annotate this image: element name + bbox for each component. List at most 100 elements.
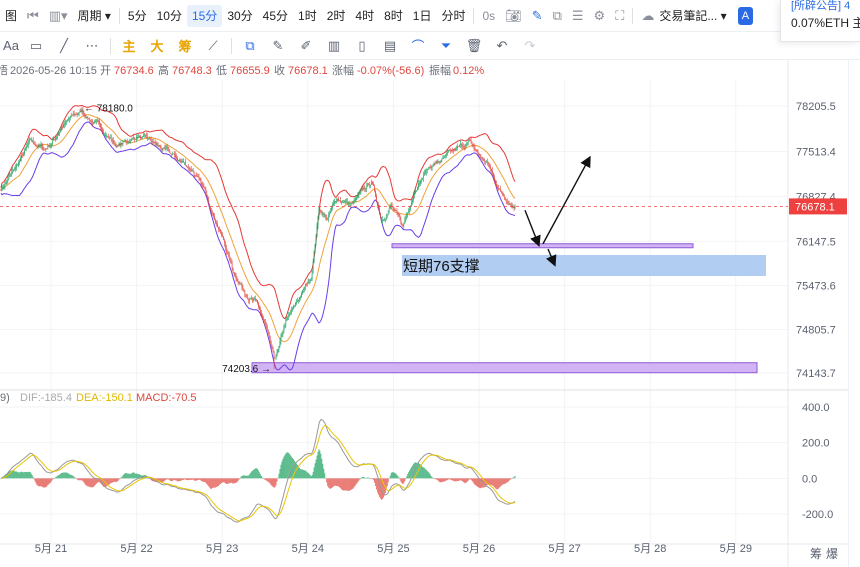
price-chart[interactable]: 悟 2026-05-26 10:15 开 76734.6 高 76748.3 低… <box>0 60 848 567</box>
candle <box>26 141 28 148</box>
grid-tool-icon[interactable]: ▭ <box>22 38 50 54</box>
interval-3[interactable]: 30分 <box>222 5 257 27</box>
candle <box>97 117 98 123</box>
gear-icon[interactable]: ⚙ <box>589 8 611 24</box>
right-edge-strip <box>848 60 860 567</box>
seconds-label[interactable]: 0s <box>477 5 500 27</box>
macd-bar <box>26 472 28 479</box>
candle <box>400 216 402 225</box>
interval-2[interactable]: 15分 <box>186 4 223 27</box>
interval-10[interactable]: 分时 <box>436 5 470 27</box>
candle <box>85 114 87 119</box>
liquidation-indicator[interactable]: 爆 <box>826 547 838 561</box>
macd-bar <box>330 478 332 489</box>
candle <box>439 161 441 165</box>
macd-bar <box>446 478 448 481</box>
candle <box>66 120 67 126</box>
interval-5[interactable]: 1时 <box>293 5 322 27</box>
candle <box>31 139 33 143</box>
macd-bar <box>209 478 211 488</box>
macd-bar <box>50 478 52 483</box>
pen-icon[interactable]: ✎ <box>264 38 292 54</box>
macd-bar <box>309 475 311 479</box>
chip-indicator[interactable]: 筹 <box>810 547 822 561</box>
candle <box>116 145 118 148</box>
note-icon[interactable]: ▤ <box>376 38 404 54</box>
macd-bar <box>66 472 68 479</box>
candle <box>109 134 111 139</box>
drawing-toolbar: Aa ▭ ╱ ⋯ 主大筹 ⟋ ⧉ ✎ ✐ ▥ ▯ ▤ ⌒ ⏷ 🗑︎ ↶ ↷ <box>0 32 860 60</box>
candle <box>422 177 423 181</box>
interval-7[interactable]: 4时 <box>350 5 379 27</box>
line-tool-icon[interactable]: ╱ <box>50 38 78 54</box>
candle-tool-icon[interactable]: ▥ <box>320 38 348 54</box>
more-tools-icon[interactable]: ⋯ <box>78 38 106 54</box>
candle <box>309 279 311 284</box>
popout-icon[interactable]: ⧉ <box>548 8 567 24</box>
macd-bar <box>171 478 173 482</box>
indicator-toggle-2[interactable]: 筹 <box>171 36 199 55</box>
redo-icon[interactable]: ↷ <box>516 38 544 54</box>
macd-bar <box>116 478 118 482</box>
candle <box>254 296 255 301</box>
support-zone-76[interactable] <box>391 243 694 249</box>
skip-back-icon[interactable]: ⏮ <box>22 8 44 24</box>
interval-4[interactable]: 45分 <box>258 5 293 27</box>
interval-6[interactable]: 2时 <box>322 5 351 27</box>
candle <box>96 118 97 125</box>
copy-icon[interactable]: ⧉ <box>236 38 264 54</box>
camera-icon[interactable]: 📷︎ <box>500 8 527 24</box>
candle <box>32 137 34 145</box>
trade-notes-dropdown[interactable]: 交易筆記... ▾ <box>659 5 731 27</box>
brush-icon[interactable]: ✐ <box>292 38 320 54</box>
macd-bar <box>204 478 206 482</box>
lock-icon[interactable]: ▯ <box>348 38 376 54</box>
filter-icon[interactable]: ⏷ <box>432 38 460 54</box>
pencil-icon[interactable]: ✎ <box>527 8 548 24</box>
user-badge[interactable]: A <box>737 6 754 25</box>
announcement-popup[interactable]: [所辟公告] 4 0.07%ETH 主 <box>780 0 860 42</box>
cloud-icon[interactable]: ☁ <box>636 8 659 24</box>
candle <box>408 208 410 214</box>
text-tool[interactable]: Aa <box>0 38 22 53</box>
candle <box>0 188 2 192</box>
interval-8[interactable]: 8时 <box>379 5 408 27</box>
macd-bar <box>452 478 453 481</box>
candle <box>459 144 460 148</box>
price-tick: 78205.5 <box>796 101 836 113</box>
macd-bar <box>85 478 87 486</box>
candle <box>42 143 44 151</box>
candle <box>395 209 397 212</box>
candle <box>452 147 453 153</box>
candles-icon[interactable]: ▥▾ <box>44 8 73 24</box>
candle <box>344 198 346 205</box>
macd-bar <box>496 478 497 490</box>
macd-bar <box>212 478 213 489</box>
undo-icon[interactable]: ↶ <box>488 38 516 54</box>
interval-0[interactable]: 5分 <box>123 5 152 27</box>
indicator-toggle-0[interactable]: 主 <box>115 36 143 55</box>
interval-9[interactable]: 1日 <box>408 5 437 27</box>
candle <box>58 130 59 136</box>
fullscreen-icon[interactable]: ⛶ <box>610 8 629 24</box>
demand-zone-74[interactable] <box>251 362 758 374</box>
period-dropdown[interactable]: 周期 ▾ <box>73 5 116 27</box>
candle <box>283 324 285 334</box>
candle <box>191 168 193 172</box>
macd-bar <box>70 474 72 479</box>
interval-1[interactable]: 10分 <box>152 5 187 27</box>
indicator-toggle-1[interactable]: 大 <box>143 36 171 55</box>
chart-mode-glyph[interactable]: 图 <box>0 5 22 27</box>
candle <box>442 155 444 160</box>
macd-bar <box>271 478 273 487</box>
trash-icon[interactable]: 🗑︎ <box>460 38 488 54</box>
magnet-icon[interactable]: ⌒ <box>404 36 432 55</box>
candle <box>434 162 436 166</box>
candle <box>137 134 138 141</box>
list-icon[interactable]: ☰ <box>567 8 589 24</box>
candle <box>431 165 433 171</box>
candle <box>157 142 159 148</box>
macd-bar <box>24 472 25 479</box>
candle <box>2 184 4 190</box>
ruler-icon[interactable]: ⟋ <box>199 38 227 54</box>
